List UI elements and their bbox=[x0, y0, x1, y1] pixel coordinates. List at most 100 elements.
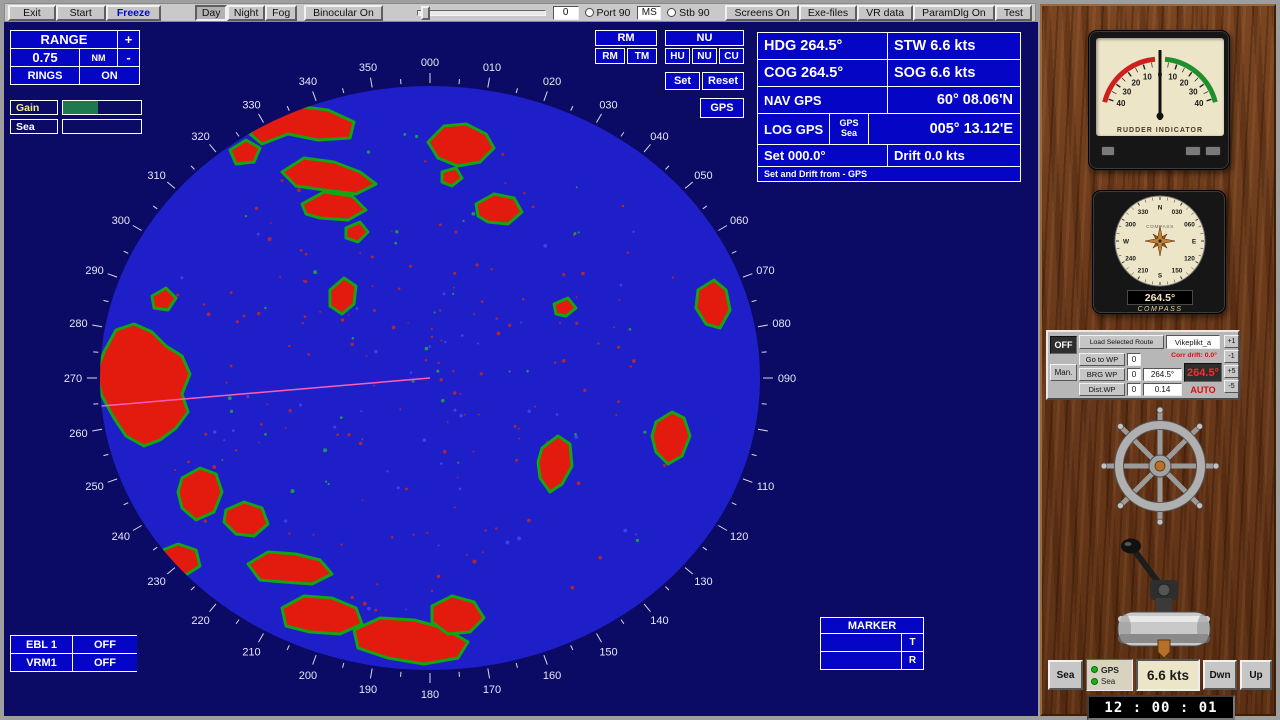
log-source-label: LOG GPS bbox=[758, 114, 829, 144]
bridge-simulator-window: Exit Start Freeze Day Night Fog Binocula… bbox=[0, 0, 1280, 720]
paramdlg-button[interactable]: ParamDlg On bbox=[913, 5, 995, 21]
marker-t-button[interactable]: T bbox=[902, 634, 923, 651]
fog-button[interactable]: Fog bbox=[265, 5, 297, 21]
marker-r-button[interactable]: R bbox=[902, 652, 923, 669]
stb90-radio[interactable] bbox=[667, 8, 676, 17]
set-button[interactable]: Set bbox=[665, 72, 700, 90]
dist-wp-button[interactable]: Dist.WP bbox=[1079, 383, 1125, 396]
vrm-label[interactable]: VRM1 bbox=[11, 654, 72, 671]
heading-minus1-button[interactable]: -1 bbox=[1224, 350, 1239, 363]
exit-button[interactable]: Exit bbox=[8, 5, 56, 21]
port90-label[interactable]: Port 90 bbox=[597, 7, 631, 19]
rm-title: RM bbox=[595, 30, 657, 46]
range-plus-button[interactable]: + bbox=[118, 31, 139, 48]
vr-data-button[interactable]: VR data bbox=[857, 5, 913, 21]
svg-text:000: 000 bbox=[421, 57, 439, 69]
gps-button[interactable]: GPS bbox=[700, 98, 744, 118]
screens-on-button[interactable]: Screens On bbox=[725, 5, 798, 21]
slider-value-field[interactable]: 0 bbox=[553, 6, 579, 20]
sea-mode-button[interactable]: Sea bbox=[1048, 660, 1083, 690]
log-source-selector[interactable]: GPS Sea bbox=[830, 114, 868, 144]
cu-button[interactable]: CU bbox=[719, 48, 744, 64]
rm-button[interactable]: RM bbox=[595, 48, 625, 64]
exe-files-button[interactable]: Exe-files bbox=[799, 5, 857, 21]
ebl-vrm-panel: EBL 1 OFF VRM1 OFF bbox=[10, 635, 137, 672]
vrm-state[interactable]: OFF bbox=[73, 654, 137, 671]
stb90-label[interactable]: Stb 90 bbox=[679, 7, 709, 19]
hdg-readout: HDG 264.5° bbox=[758, 33, 887, 59]
svg-text:40: 40 bbox=[1195, 99, 1204, 108]
autopilot-off-button[interactable]: OFF bbox=[1050, 336, 1077, 354]
svg-text:30: 30 bbox=[1189, 87, 1198, 96]
speed-up-button[interactable]: Up bbox=[1240, 660, 1272, 690]
slider-thumb[interactable] bbox=[421, 6, 430, 20]
rings-state-toggle[interactable]: ON bbox=[80, 67, 139, 84]
svg-text:130: 130 bbox=[694, 576, 712, 588]
svg-text:040: 040 bbox=[650, 131, 668, 143]
gain-bar[interactable] bbox=[62, 100, 142, 115]
heading-plus5-button[interactable]: +5 bbox=[1224, 365, 1239, 378]
rudder-panel-button-3[interactable] bbox=[1205, 146, 1221, 156]
load-route-button[interactable]: Load Selected Route bbox=[1079, 335, 1164, 349]
svg-text:090: 090 bbox=[778, 373, 796, 385]
tm-button[interactable]: TM bbox=[627, 48, 657, 64]
radar-area: 0000100200300400500600700800901101201301… bbox=[4, 22, 1038, 716]
latitude-readout: 60° 08.06'N bbox=[888, 87, 1020, 113]
speed-source-selector: GPS Sea bbox=[1086, 659, 1133, 691]
nu-title: NU bbox=[665, 30, 744, 46]
compass-digital-readout: 264.5° bbox=[1127, 290, 1193, 305]
range-unit: NM bbox=[80, 49, 117, 66]
test-button[interactable]: Test bbox=[995, 5, 1032, 21]
svg-text:240: 240 bbox=[1125, 255, 1136, 262]
svg-text:340: 340 bbox=[299, 76, 317, 88]
svg-text:210: 210 bbox=[242, 647, 260, 659]
ebl-state[interactable]: OFF bbox=[73, 636, 137, 653]
ebl-label[interactable]: EBL 1 bbox=[11, 636, 72, 653]
svg-text:050: 050 bbox=[694, 170, 712, 182]
sea-source-option[interactable]: Sea bbox=[1091, 677, 1132, 686]
sea-label[interactable]: Sea bbox=[10, 119, 58, 134]
svg-text:E: E bbox=[1192, 238, 1197, 245]
svg-text:110: 110 bbox=[757, 481, 775, 493]
binocular-button[interactable]: Binocular On bbox=[304, 5, 383, 21]
speed-down-button[interactable]: Dwn bbox=[1203, 660, 1237, 690]
svg-text:250: 250 bbox=[85, 481, 103, 493]
hu-button[interactable]: HU bbox=[665, 48, 690, 64]
rudder-panel-button-2[interactable] bbox=[1185, 146, 1201, 156]
route-select[interactable]: Vikeplikt_a bbox=[1166, 335, 1220, 349]
svg-text:40: 40 bbox=[1117, 99, 1126, 108]
svg-text:070: 070 bbox=[756, 265, 774, 277]
svg-text:220: 220 bbox=[191, 615, 209, 627]
nu-button[interactable]: NU bbox=[692, 48, 717, 64]
heading-minus5-button[interactable]: -5 bbox=[1224, 380, 1239, 393]
gps-source-option[interactable]: GPS bbox=[1091, 665, 1132, 675]
night-button[interactable]: Night bbox=[227, 5, 265, 21]
day-button[interactable]: Day bbox=[195, 5, 227, 21]
ms-field[interactable]: MS bbox=[637, 6, 661, 20]
gps-source-label: GPS bbox=[1101, 665, 1119, 675]
log-source-sea: Sea bbox=[841, 129, 857, 139]
brg-wp-button[interactable]: BRG WP bbox=[1079, 368, 1125, 381]
sea-bar[interactable] bbox=[62, 119, 142, 134]
rudder-panel-button-1[interactable] bbox=[1101, 146, 1115, 156]
range-minus-button[interactable]: - bbox=[118, 49, 139, 66]
gain-fill bbox=[63, 101, 98, 114]
autopilot-mode-indicator: AUTO bbox=[1184, 385, 1222, 395]
svg-text:310: 310 bbox=[147, 170, 165, 182]
ships-wheel[interactable] bbox=[1090, 404, 1230, 528]
rings-label[interactable]: RINGS bbox=[11, 67, 79, 84]
toolbar-slider[interactable] bbox=[417, 10, 546, 16]
port90-radio[interactable] bbox=[585, 8, 594, 17]
gain-label[interactable]: Gain bbox=[10, 100, 58, 115]
freeze-button[interactable]: Freeze bbox=[106, 5, 162, 21]
svg-text:S: S bbox=[1158, 272, 1163, 279]
heading-plus1-button[interactable]: +1 bbox=[1224, 335, 1239, 348]
goto-wp-field[interactable]: 0 bbox=[1127, 353, 1141, 366]
dist-wp-field[interactable]: 0 bbox=[1127, 383, 1141, 396]
svg-text:020: 020 bbox=[543, 76, 561, 88]
autopilot-manual-button[interactable]: Man. bbox=[1050, 364, 1077, 381]
goto-wp-button[interactable]: Go to WP bbox=[1079, 353, 1125, 366]
reset-button[interactable]: Reset bbox=[702, 72, 744, 90]
start-button[interactable]: Start bbox=[56, 5, 106, 21]
brg-wp-field[interactable]: 0 bbox=[1127, 368, 1141, 381]
